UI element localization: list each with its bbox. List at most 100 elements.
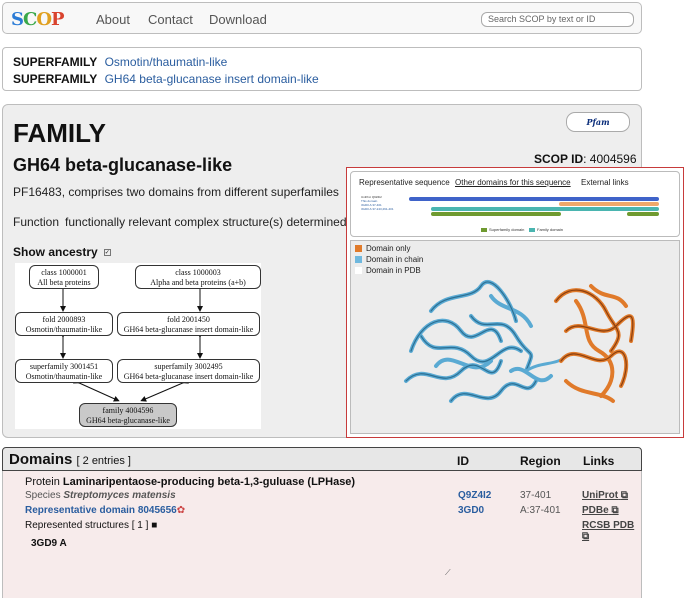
nav-about-link[interactable]: About bbox=[96, 12, 130, 27]
small-legend-label: Family domain bbox=[537, 227, 564, 232]
domains-header: Domains [ 2 entries ] ID Region Links bbox=[2, 447, 642, 471]
this-domain-bar bbox=[559, 202, 659, 206]
node-id: superfamily 3002495 bbox=[154, 362, 223, 371]
uniprot-id-link[interactable]: Q9Z4I2 bbox=[458, 490, 491, 501]
domains-table-body: Protein Laminaripentaose-producing beta-… bbox=[2, 471, 642, 598]
uniprot-sequence-bar bbox=[409, 197, 659, 201]
structure-entry[interactable]: 3GD9 A bbox=[31, 538, 67, 549]
show-ancestry: Show ancestry ✓ bbox=[13, 245, 111, 259]
node-id: class 1000001 bbox=[41, 268, 87, 277]
family-name: GH64 beta-glucanase-like bbox=[13, 155, 233, 175]
node-id: class 1000003 bbox=[175, 268, 221, 277]
structure-3d-panel[interactable]: Domain only Domain in chain Domain in PD… bbox=[350, 240, 680, 434]
node-label: Alpha and beta proteins (a+b) bbox=[150, 278, 246, 287]
column-header-region: Region bbox=[520, 454, 561, 468]
folder-icon: ■ bbox=[151, 520, 158, 531]
representative-domain-link[interactable]: Representative domain 8045656✿ bbox=[25, 505, 185, 516]
domain-structure-icon: ✿ bbox=[176, 505, 186, 516]
node-label: GH64 beta-glucanase insert domain-like bbox=[123, 372, 254, 381]
superfamily-label: SUPERFAMILY bbox=[13, 72, 98, 86]
superfamily-label: SUPERFAMILY bbox=[13, 55, 98, 69]
seq-label[interactable]: 3GD0 A:37-243,291-401 bbox=[361, 207, 394, 211]
represented-structures-toggle[interactable]: Represented structures [ 1 ] ■ bbox=[25, 520, 157, 531]
represented-structures-label: Represented structures [ 1 ] bbox=[25, 520, 149, 531]
domain-bar[interactable] bbox=[627, 212, 659, 216]
function-text: functionally relevant complex structure(… bbox=[65, 215, 347, 229]
uniprot-region: 37-401 bbox=[520, 490, 552, 501]
show-ancestry-label: Show ancestry bbox=[13, 245, 98, 259]
domain-bar[interactable] bbox=[431, 212, 561, 216]
scop-id-label: SCOP ID bbox=[534, 152, 584, 166]
small-legend-family: Family domain bbox=[529, 227, 563, 232]
link-text: UniProt bbox=[582, 490, 619, 501]
superfamily-row: SUPERFAMILY GH64 beta-glucanase insert d… bbox=[13, 72, 319, 86]
function-label: Function bbox=[13, 215, 60, 229]
uniprot-external-link[interactable]: UniProt ⧉ bbox=[582, 490, 628, 501]
link-text: RCSB PDB bbox=[582, 520, 635, 531]
domains-title: Domains [ 2 entries ] bbox=[9, 451, 131, 468]
small-legend-label: Superfamily domain bbox=[489, 227, 525, 232]
tab-representative-sequence[interactable]: Representative sequence bbox=[359, 178, 450, 187]
superfamily-link-osmotin[interactable]: Osmotin/thaumatin-like bbox=[105, 55, 228, 69]
nav-download-link[interactable]: Download bbox=[209, 12, 267, 27]
protein-label: Protein bbox=[25, 476, 60, 488]
ancestry-node-fold-a[interactable]: fold 2000893 Osmotin/thaumatin-like bbox=[15, 312, 113, 336]
pfam-button[interactable]: Pfam bbox=[566, 112, 630, 132]
node-label: GH64 beta-glucanase insert domain-like bbox=[123, 325, 254, 334]
pdb-id-link[interactable]: 3GD0 bbox=[458, 505, 484, 516]
superfamily-list: SUPERFAMILY Osmotin/thaumatin-like SUPER… bbox=[2, 47, 642, 91]
pdb-region: A:37-401 bbox=[520, 505, 561, 516]
structure-viewer-popup: Representative sequence Other domains fo… bbox=[346, 167, 684, 438]
domains-title-text: Domains bbox=[9, 451, 73, 468]
family-function: Function functionally relevant complex st… bbox=[13, 215, 347, 229]
sequence-labels: UniProt Q9Z4I2 This domain 3GD0 A:37-401… bbox=[361, 195, 394, 211]
external-link-icon: ⧉ bbox=[582, 531, 590, 542]
protein-row: Protein Laminaripentaose-producing beta-… bbox=[25, 476, 355, 488]
node-id: fold 2001450 bbox=[167, 315, 210, 324]
rep-domain-text: Representative domain 8045656 bbox=[25, 505, 177, 516]
species-label: Species bbox=[25, 490, 61, 501]
ancestry-node-superfamily-a[interactable]: superfamily 3001451 Osmotin/thaumatin-li… bbox=[15, 359, 113, 383]
ancestry-graph: class 1000001 All beta proteins class 10… bbox=[15, 263, 261, 429]
ancestry-node-fold-b[interactable]: fold 2001450 GH64 beta-glucanase insert … bbox=[117, 312, 260, 336]
scop-id-value: 4004596 bbox=[589, 152, 637, 166]
sequence-tabs-panel: Representative sequence Other domains fo… bbox=[350, 171, 680, 237]
node-label: GH64 beta-glucanase-like bbox=[86, 416, 170, 425]
ancestry-node-class-a[interactable]: class 1000001 All beta proteins bbox=[29, 265, 99, 289]
ancestry-node-class-b[interactable]: class 1000003 Alpha and beta proteins (a… bbox=[135, 265, 261, 289]
pdbe-external-link[interactable]: PDBe ⧉ bbox=[582, 505, 619, 516]
species-row: Species Streptomyces matensis bbox=[25, 490, 176, 501]
tab-other-domains[interactable]: Other domains for this sequence bbox=[455, 178, 571, 187]
domain-bar[interactable] bbox=[431, 207, 659, 211]
family-description: PF16483, comprises two domains from diff… bbox=[13, 185, 339, 199]
resize-handle-icon[interactable]: ⟋ bbox=[445, 568, 451, 578]
protein-name: Laminaripentaose-producing beta-1,3-gulu… bbox=[62, 476, 356, 488]
level-title: FAMILY bbox=[13, 118, 106, 148]
rcsb-external-link[interactable]: RCSB PDB ⧉ bbox=[582, 520, 641, 542]
scop-id: SCOP ID: 4004596 bbox=[534, 152, 637, 166]
column-header-id: ID bbox=[457, 454, 469, 468]
top-navbar: SCOP About Contact Download Search SCOP … bbox=[2, 2, 642, 34]
ancestry-node-superfamily-b[interactable]: superfamily 3002495 GH64 beta-glucanase … bbox=[117, 359, 260, 383]
node-id: family 4004596 bbox=[102, 406, 154, 415]
external-link-icon: ⧉ bbox=[611, 505, 619, 516]
external-link-icon: ⧉ bbox=[620, 490, 629, 501]
species-name: Streptomyces matensis bbox=[63, 490, 176, 501]
ancestry-checkbox[interactable]: ✓ bbox=[103, 249, 111, 257]
tab-external-links[interactable]: External links bbox=[581, 178, 629, 187]
node-label: Osmotin/thaumatin-like bbox=[25, 372, 103, 381]
superfamily-link-gh64[interactable]: GH64 beta-glucanase insert domain-like bbox=[105, 72, 319, 86]
search-input[interactable]: Search SCOP by text or ID bbox=[481, 12, 634, 27]
node-label: Osmotin/thaumatin-like bbox=[25, 325, 103, 334]
protein-ribbon-render bbox=[404, 280, 635, 403]
domains-count: [ 2 entries ] bbox=[76, 455, 131, 467]
column-header-links: Links bbox=[583, 454, 615, 468]
ancestry-node-family[interactable]: family 4004596 GH64 beta-glucanase-like bbox=[79, 403, 177, 427]
small-legend-superfamily: Superfamily domain bbox=[481, 227, 524, 232]
node-label: All beta proteins bbox=[37, 278, 91, 287]
nav-contact-link[interactable]: Contact bbox=[148, 12, 193, 27]
superfamily-row: SUPERFAMILY Osmotin/thaumatin-like bbox=[13, 55, 227, 69]
link-text: PDBe bbox=[582, 505, 609, 516]
scop-logo[interactable]: SCOP bbox=[11, 8, 65, 30]
node-id: superfamily 3001451 bbox=[29, 362, 99, 371]
